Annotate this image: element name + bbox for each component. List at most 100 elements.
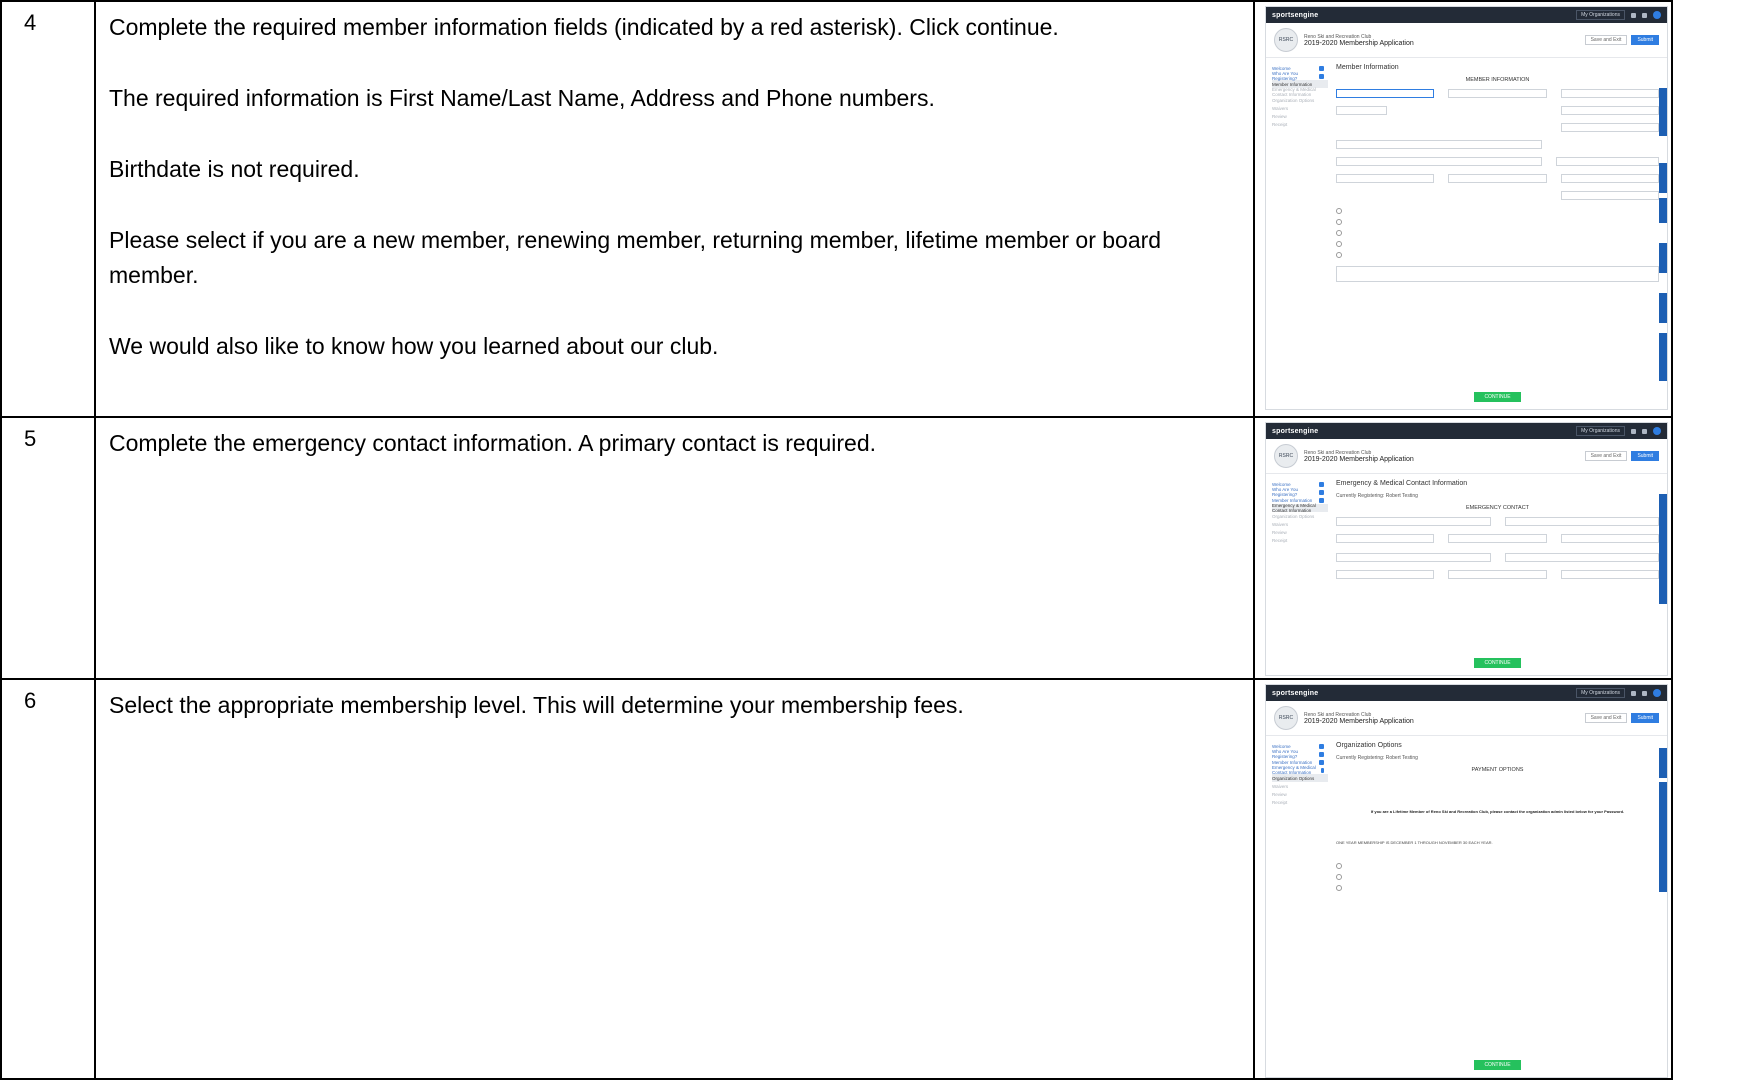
radio-button[interactable] bbox=[1336, 885, 1342, 891]
primary-home-phone-input[interactable] bbox=[1448, 534, 1547, 543]
step-text: The required information is First Name/L… bbox=[109, 85, 935, 111]
my-organizations-button[interactable]: My Organizations bbox=[1576, 688, 1625, 698]
check-icon bbox=[1319, 65, 1324, 71]
secondary-cell-phone-input[interactable] bbox=[1560, 570, 1659, 579]
radio-button[interactable] bbox=[1336, 241, 1342, 247]
grid-icon[interactable] bbox=[1631, 690, 1636, 696]
gender-input[interactable] bbox=[1560, 106, 1659, 115]
application-title: 2019-2020 Membership Application bbox=[1304, 717, 1414, 725]
birthdate-select[interactable] bbox=[1336, 106, 1388, 115]
secondary-first-name-input[interactable] bbox=[1336, 553, 1491, 562]
side-tab[interactable] bbox=[1659, 243, 1667, 273]
submit-button[interactable]: Submit bbox=[1631, 35, 1659, 45]
sidebar-item-receipt[interactable]: Receipt bbox=[1272, 120, 1328, 128]
address-1-input[interactable] bbox=[1336, 157, 1542, 166]
phone-input[interactable] bbox=[1560, 191, 1659, 200]
side-tab[interactable] bbox=[1659, 782, 1667, 892]
grid-icon[interactable] bbox=[1631, 428, 1636, 434]
save-exit-button[interactable]: Save and Exit bbox=[1584, 713, 1628, 723]
sidebar-item-options[interactable]: Organization Options bbox=[1272, 512, 1328, 520]
last-name-input[interactable] bbox=[1560, 89, 1659, 98]
top-bar: sportsengine My Organizations bbox=[1266, 7, 1667, 23]
sidebar-item-waivers[interactable]: Waivers bbox=[1272, 782, 1328, 790]
sidebar-item-who[interactable]: Who Are You Registering? bbox=[1272, 487, 1328, 497]
continue-button[interactable]: CONTINUE bbox=[1474, 392, 1521, 402]
screenshot-cell: sportsengine My Organizations RSRC Reno … bbox=[1253, 0, 1673, 418]
bell-icon[interactable] bbox=[1642, 428, 1647, 434]
continue-button[interactable]: CONTINUE bbox=[1474, 1060, 1521, 1070]
step-number-cell: 6 bbox=[0, 678, 96, 1080]
avatar[interactable] bbox=[1653, 11, 1661, 19]
primary-cell-phone-input[interactable] bbox=[1560, 534, 1659, 543]
primary-first-name-input[interactable] bbox=[1336, 517, 1491, 526]
submit-button[interactable]: Submit bbox=[1631, 713, 1659, 723]
step-text: Birthdate is not required. bbox=[109, 156, 360, 182]
sidebar-item-who[interactable]: Who Are You Registering? bbox=[1272, 749, 1328, 759]
bell-icon[interactable] bbox=[1642, 12, 1647, 18]
city-input[interactable] bbox=[1336, 174, 1435, 183]
continue-button[interactable]: CONTINUE bbox=[1474, 658, 1521, 668]
sidebar-item-review[interactable]: Review bbox=[1272, 112, 1328, 120]
side-tab[interactable] bbox=[1659, 198, 1667, 223]
step-number: 6 bbox=[24, 688, 37, 713]
radio-button[interactable] bbox=[1336, 230, 1342, 236]
sidebar-item-emergency[interactable]: Emergency & Medical Contact Information bbox=[1272, 503, 1328, 513]
step-text: We would also like to know how you learn… bbox=[109, 333, 719, 359]
sidebar-item-waivers[interactable]: Waivers bbox=[1272, 520, 1328, 528]
radio-button[interactable] bbox=[1336, 208, 1342, 214]
save-exit-button[interactable]: Save and Exit bbox=[1584, 35, 1628, 45]
first-name-input[interactable] bbox=[1336, 89, 1435, 98]
side-tab[interactable] bbox=[1659, 333, 1667, 381]
sidebar-item-emergency[interactable]: Emergency & Medical Contact Information bbox=[1272, 87, 1328, 97]
avatar[interactable] bbox=[1653, 427, 1661, 435]
side-tab[interactable] bbox=[1659, 494, 1667, 604]
bell-icon[interactable] bbox=[1642, 690, 1647, 696]
side-tab[interactable] bbox=[1659, 748, 1667, 778]
state-select[interactable] bbox=[1448, 174, 1547, 183]
radio-button[interactable] bbox=[1336, 252, 1342, 258]
currently-registering: Currently Registering: Robert Testing bbox=[1336, 755, 1418, 761]
screenshot-cell: sportsengine My Organizations RSRC Reno … bbox=[1253, 678, 1673, 1080]
referral-textarea[interactable] bbox=[1336, 266, 1659, 282]
side-tab[interactable] bbox=[1659, 293, 1667, 323]
form-heading: MEMBER INFORMATION bbox=[1465, 77, 1530, 83]
middle-name-input[interactable] bbox=[1448, 89, 1547, 98]
email-input[interactable] bbox=[1560, 123, 1659, 132]
zip-input[interactable] bbox=[1560, 174, 1659, 183]
secondary-last-name-input[interactable] bbox=[1504, 553, 1659, 562]
sportsengine-logo: sportsengine bbox=[1272, 689, 1319, 697]
secondary-relationship-input[interactable] bbox=[1336, 570, 1435, 579]
sidebar-item-emergency[interactable]: Emergency & Medical Contact Information bbox=[1272, 765, 1328, 775]
check-icon bbox=[1319, 481, 1324, 487]
sidebar: Welcome Who Are You Registering? Member … bbox=[1266, 58, 1328, 408]
radio-button[interactable] bbox=[1336, 219, 1342, 225]
radio-button[interactable] bbox=[1336, 874, 1342, 880]
side-tab[interactable] bbox=[1659, 163, 1667, 193]
primary-last-name-input[interactable] bbox=[1504, 517, 1659, 526]
secondary-home-phone-input[interactable] bbox=[1448, 570, 1547, 579]
avatar[interactable] bbox=[1653, 689, 1661, 697]
side-tab[interactable] bbox=[1659, 88, 1667, 136]
sidebar-item-options[interactable]: Organization Options bbox=[1272, 774, 1328, 782]
check-icon bbox=[1319, 489, 1324, 495]
primary-relationship-input[interactable] bbox=[1336, 534, 1435, 543]
sidebar-item-options[interactable]: Organization Options bbox=[1272, 96, 1328, 104]
sidebar-item-receipt[interactable]: Receipt bbox=[1272, 798, 1328, 806]
address-2-input[interactable] bbox=[1556, 157, 1659, 166]
submit-button[interactable]: Submit bbox=[1631, 451, 1659, 461]
save-exit-button[interactable]: Save and Exit bbox=[1584, 451, 1628, 461]
sidebar-item-receipt[interactable]: Receipt bbox=[1272, 536, 1328, 544]
sidebar-item-review[interactable]: Review bbox=[1272, 790, 1328, 798]
my-organizations-button[interactable]: My Organizations bbox=[1576, 426, 1625, 436]
radio-button[interactable] bbox=[1336, 863, 1342, 869]
check-icon bbox=[1321, 767, 1324, 773]
sidebar-item-waivers[interactable]: Waivers bbox=[1272, 104, 1328, 112]
check-icon bbox=[1319, 73, 1324, 79]
member-type-select[interactable] bbox=[1336, 140, 1542, 149]
sidebar-item-review[interactable]: Review bbox=[1272, 528, 1328, 536]
grid-icon[interactable] bbox=[1631, 12, 1636, 18]
sidebar-item-who[interactable]: Who Are You Registering? bbox=[1272, 71, 1328, 81]
my-organizations-button[interactable]: My Organizations bbox=[1576, 10, 1625, 20]
table-row: 6 Select the appropriate membership leve… bbox=[0, 678, 1673, 1080]
step-text: Select the appropriate membership level.… bbox=[109, 692, 964, 718]
